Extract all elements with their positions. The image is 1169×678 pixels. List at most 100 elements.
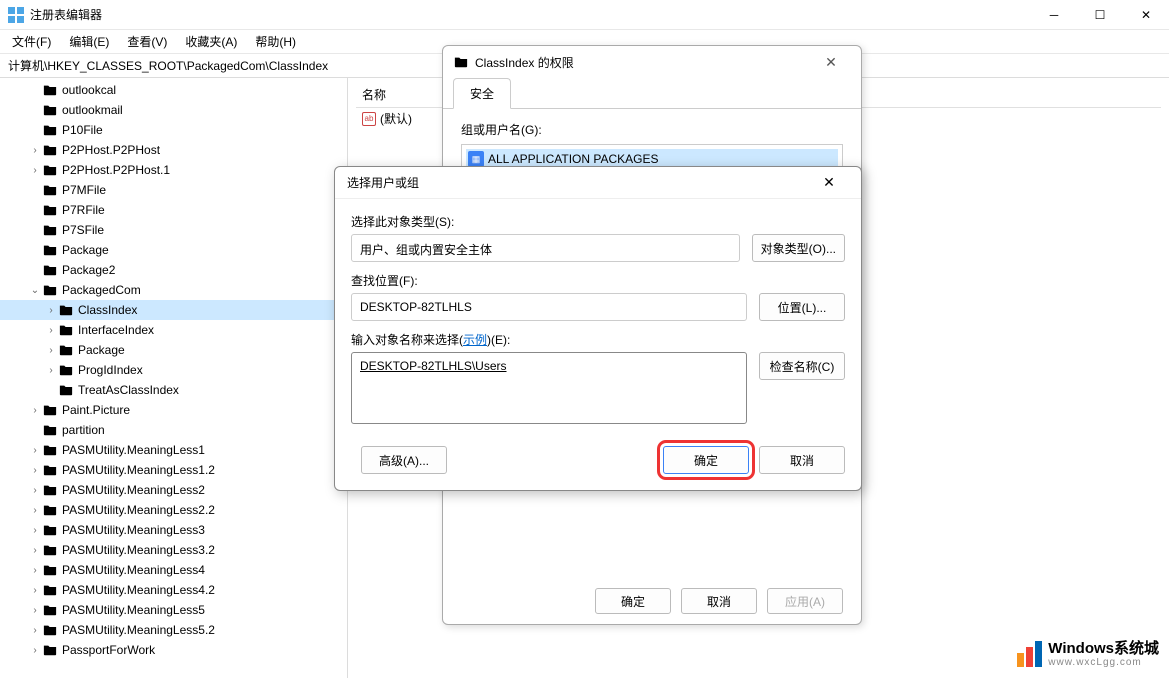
tree-item-label: PASMUtility.MeaningLess4.2: [62, 583, 215, 597]
expand-icon[interactable]: ›: [28, 625, 42, 636]
tree-item-label: PASMUtility.MeaningLess1.2: [62, 463, 215, 477]
expand-icon[interactable]: ›: [28, 545, 42, 556]
tree-item-label: PASMUtility.MeaningLess3.2: [62, 543, 215, 557]
permissions-title: ClassIndex 的权限: [475, 54, 574, 71]
group-item-label: ALL APPLICATION PACKAGES: [488, 152, 659, 166]
tree-item[interactable]: outlookcal: [0, 80, 347, 100]
tree-item[interactable]: P10File: [0, 120, 347, 140]
expand-icon[interactable]: ›: [28, 645, 42, 656]
tree-item[interactable]: ›PASMUtility.MeaningLess5.2: [0, 620, 347, 640]
expand-icon[interactable]: ›: [44, 345, 58, 356]
registry-tree[interactable]: outlookcaloutlookmail P10File ›P2PHost.P2P…: [0, 78, 348, 678]
folder-icon: [453, 55, 469, 69]
expand-icon[interactable]: ›: [28, 525, 42, 536]
menu-file[interactable]: 文件(F): [4, 31, 59, 52]
tree-item[interactable]: › PASMUtility.MeaningLess3.2: [0, 540, 347, 560]
tree-item-label: PASMUtility.MeaningLess2.2: [62, 503, 215, 517]
folder-icon: [58, 323, 74, 337]
expand-icon[interactable]: ›: [28, 505, 42, 516]
tree-item[interactable]: ›PassportForWork: [0, 640, 347, 660]
tree-item[interactable]: ›InterfaceIndex: [0, 320, 347, 340]
collapse-icon[interactable]: ⌄: [28, 285, 42, 296]
tree-item-label: PASMUtility.MeaningLess5: [62, 603, 205, 617]
object-names-input[interactable]: DESKTOP-82TLHLS\Users: [351, 352, 747, 424]
tree-item[interactable]: ›P2PHost.P2PHost: [0, 140, 347, 160]
expand-icon[interactable]: ›: [44, 305, 58, 316]
expand-icon[interactable]: ›: [28, 565, 42, 576]
tree-item[interactable]: TreatAsClassIndex: [0, 380, 347, 400]
tree-item-label: P10File: [62, 123, 103, 137]
tree-item[interactable]: ›ClassIndex: [0, 300, 347, 320]
locations-button[interactable]: 位置(L)...: [759, 293, 845, 321]
expand-icon[interactable]: ›: [28, 145, 42, 156]
tree-item[interactable]: › PASMUtility.MeaningLess5: [0, 600, 347, 620]
tree-item[interactable]: ⌄PackagedCom: [0, 280, 347, 300]
folder-icon: [42, 83, 58, 97]
menu-help[interactable]: 帮助(H): [247, 31, 304, 52]
titlebar: 注册表编辑器 ─ ☐ ✕: [0, 0, 1169, 30]
tree-item[interactable]: ›PASMUtility.MeaningLess1: [0, 440, 347, 460]
select-user-group-dialog: 选择用户或组 ✕ 选择此对象类型(S): 用户、组或内置安全主体 对象类型(O)…: [334, 166, 862, 491]
tree-item[interactable]: › ProgIdIndex: [0, 360, 347, 380]
advanced-button[interactable]: 高级(A)...: [361, 446, 447, 474]
tree-item[interactable]: ›PASMUtility.MeaningLess4: [0, 560, 347, 580]
tree-item[interactable]: P7SFile: [0, 220, 347, 240]
tab-security[interactable]: 安全: [453, 78, 511, 109]
menu-favorites[interactable]: 收藏夹(A): [177, 31, 245, 52]
maximize-button[interactable]: ☐: [1077, 0, 1123, 30]
column-name[interactable]: 名称: [356, 82, 392, 107]
tree-item[interactable]: ›PASMUtility.MeaningLess3: [0, 520, 347, 540]
check-names-button[interactable]: 检查名称(C): [759, 352, 845, 380]
tree-item-label: ProgIdIndex: [78, 363, 143, 377]
expand-icon[interactable]: ›: [44, 365, 58, 376]
folder-icon: [42, 463, 58, 477]
tree-item-label: P7RFile: [62, 203, 105, 217]
tree-item-label: Paint.Picture: [62, 403, 130, 417]
expand-icon[interactable]: ›: [44, 325, 58, 336]
tree-item[interactable]: partition: [0, 420, 347, 440]
string-value-icon: ab: [362, 112, 376, 126]
expand-icon[interactable]: ›: [28, 605, 42, 616]
expand-icon[interactable]: ›: [28, 445, 42, 456]
tree-item-label: P7MFile: [62, 183, 106, 197]
ok-button[interactable]: 确定: [663, 446, 749, 474]
expand-icon[interactable]: ›: [28, 585, 42, 596]
permissions-ok-button[interactable]: 确定: [595, 588, 671, 614]
folder-icon: [42, 443, 58, 457]
expand-icon[interactable]: ›: [28, 465, 42, 476]
folder-icon: [42, 243, 58, 257]
tree-item-label: Package2: [62, 263, 115, 277]
close-button[interactable]: ✕: [1123, 0, 1169, 30]
tree-item[interactable]: › Package: [0, 340, 347, 360]
menu-view[interactable]: 查看(V): [119, 31, 175, 52]
folder-icon: [58, 383, 74, 397]
tree-item[interactable]: Package: [0, 240, 347, 260]
tree-item[interactable]: › PASMUtility.MeaningLess4.2: [0, 580, 347, 600]
tree-item[interactable]: › PASMUtility.MeaningLess1.2: [0, 460, 347, 480]
tree-item[interactable]: P7RFile: [0, 200, 347, 220]
menu-edit[interactable]: 编辑(E): [61, 31, 117, 52]
tree-item[interactable]: ›PASMUtility.MeaningLess2: [0, 480, 347, 500]
tree-item[interactable]: Package2: [0, 260, 347, 280]
example-link[interactable]: 示例: [463, 333, 487, 347]
tree-item[interactable]: › PASMUtility.MeaningLess2.2: [0, 500, 347, 520]
tree-item[interactable]: outlookmail: [0, 100, 347, 120]
permissions-close-button[interactable]: ✕: [811, 54, 851, 71]
cancel-button[interactable]: 取消: [759, 446, 845, 474]
permissions-apply-button[interactable]: 应用(A): [767, 588, 843, 614]
tree-item[interactable]: › Paint.Picture: [0, 400, 347, 420]
folder-icon: [42, 563, 58, 577]
object-types-button[interactable]: 对象类型(O)...: [752, 234, 845, 262]
expand-icon[interactable]: ›: [28, 485, 42, 496]
select-dialog-close-button[interactable]: ✕: [809, 174, 849, 191]
tree-item-label: Package: [78, 343, 125, 357]
tree-item[interactable]: ›P2PHost.P2PHost.1: [0, 160, 347, 180]
expand-icon[interactable]: ›: [28, 405, 42, 416]
permissions-cancel-button[interactable]: 取消: [681, 588, 757, 614]
folder-icon: [42, 623, 58, 637]
folder-icon: [42, 523, 58, 537]
minimize-button[interactable]: ─: [1031, 0, 1077, 30]
expand-icon[interactable]: ›: [28, 165, 42, 176]
tree-item[interactable]: P7MFile: [0, 180, 347, 200]
folder-icon: [58, 343, 74, 357]
